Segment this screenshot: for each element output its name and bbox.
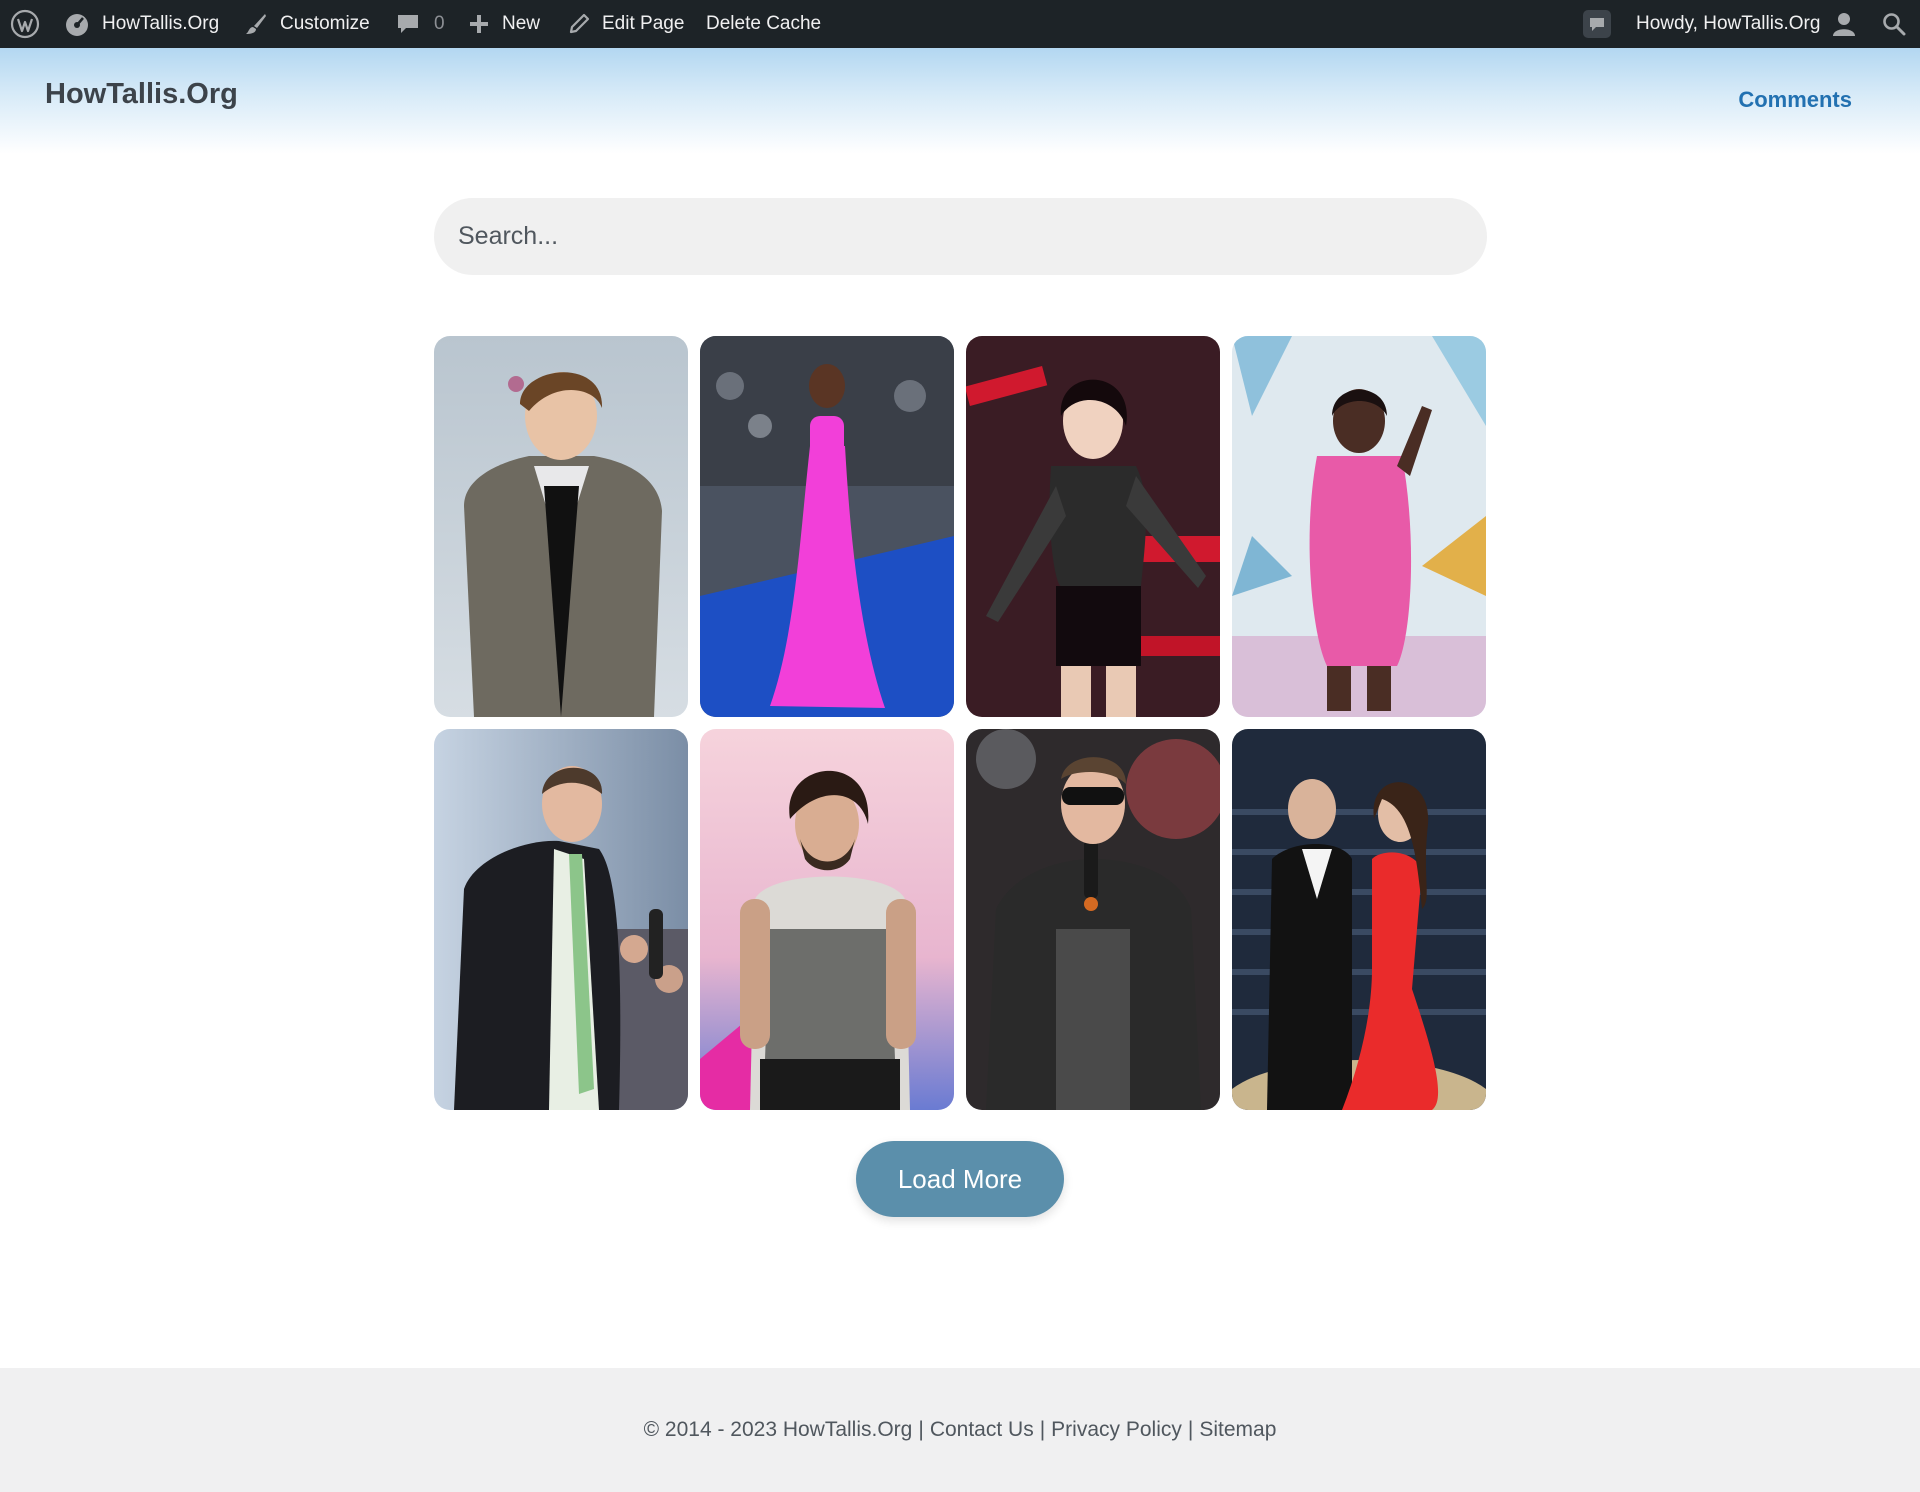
- admin-bar-my-account[interactable]: Howdy, HowTallis.Org: [1636, 0, 1856, 48]
- grid-card[interactable]: [700, 336, 954, 717]
- dashboard-icon: [64, 11, 90, 37]
- card-photo: [700, 336, 954, 717]
- grid-card[interactable]: [700, 729, 954, 1110]
- user-avatar-icon: [1832, 11, 1856, 37]
- comments-count: 0: [434, 13, 445, 34]
- pencil-icon: [568, 13, 590, 35]
- search-icon[interactable]: [1882, 0, 1906, 48]
- grid-card[interactable]: [1232, 336, 1486, 717]
- people-grid: [434, 336, 1487, 1110]
- footer-contact-link[interactable]: Contact Us: [930, 1418, 1034, 1442]
- admin-bar-site-name: HowTallis.Org: [102, 13, 220, 34]
- admin-bar-edit-page[interactable]: Edit Page: [568, 0, 684, 48]
- nav-comments-link[interactable]: Comments: [1738, 87, 1852, 113]
- grid-card[interactable]: [966, 729, 1220, 1110]
- footer-separator: |: [1039, 1418, 1046, 1441]
- search-input[interactable]: [434, 198, 1487, 275]
- footer-privacy-link[interactable]: Privacy Policy: [1051, 1418, 1182, 1442]
- card-photo: [434, 729, 688, 1110]
- admin-bar-comments[interactable]: 0: [396, 0, 445, 48]
- card-photo: [434, 336, 688, 717]
- card-photo: [1232, 336, 1486, 717]
- admin-bar-customize[interactable]: Customize: [244, 0, 370, 48]
- admin-bar-site-link[interactable]: HowTallis.Org: [64, 0, 219, 48]
- wordpress-logo-icon[interactable]: [10, 0, 40, 48]
- grid-card[interactable]: [966, 336, 1220, 717]
- footer-sitemap-link[interactable]: Sitemap: [1199, 1418, 1276, 1442]
- grid-card[interactable]: [434, 336, 688, 717]
- card-photo: [966, 336, 1220, 717]
- plus-icon: [468, 13, 490, 35]
- footer-copyright: © 2014 - 2023 HowTallis.Org: [643, 1418, 913, 1441]
- card-photo: [966, 729, 1220, 1110]
- site-footer: © 2014 - 2023 HowTallis.Org | Contact Us…: [0, 1368, 1920, 1492]
- admin-bar-new-label: New: [502, 13, 541, 34]
- admin-bar-customize-label: Customize: [280, 13, 370, 34]
- admin-bar-edit-page-label: Edit Page: [602, 13, 685, 34]
- site-title[interactable]: HowTallis.Org: [45, 78, 238, 111]
- comment-bubble-icon: [396, 12, 420, 36]
- footer-separator: |: [918, 1418, 924, 1441]
- grid-card[interactable]: [1232, 729, 1486, 1110]
- notification-icon[interactable]: [1582, 0, 1612, 48]
- card-photo: [700, 729, 954, 1110]
- admin-bar-delete-cache[interactable]: Delete Cache: [706, 0, 821, 48]
- howdy-label: Howdy, HowTallis.Org: [1636, 13, 1821, 34]
- brush-icon: [244, 12, 268, 36]
- admin-bar: HowTallis.Org Customize 0 New Edit Page …: [0, 0, 1920, 48]
- card-photo: [1232, 729, 1486, 1110]
- grid-card[interactable]: [434, 729, 688, 1110]
- admin-bar-new[interactable]: New: [468, 0, 540, 48]
- admin-bar-delete-cache-label: Delete Cache: [706, 13, 822, 34]
- footer-separator: |: [1187, 1418, 1194, 1441]
- site-header: HowTallis.Org Comments: [0, 48, 1920, 154]
- load-more-button[interactable]: Load More: [856, 1141, 1064, 1217]
